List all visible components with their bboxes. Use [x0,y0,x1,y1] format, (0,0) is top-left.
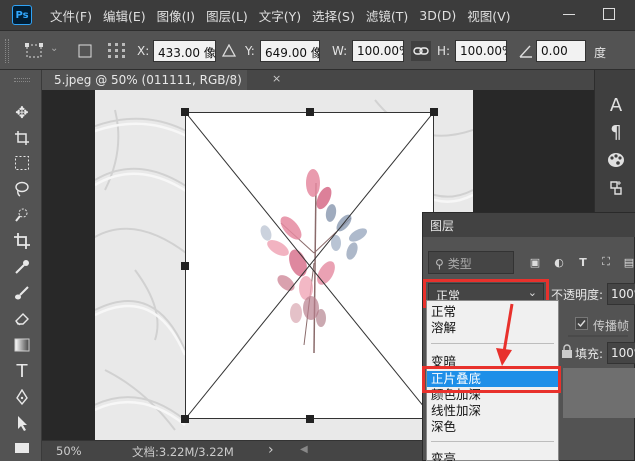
transform-handle-top[interactable] [306,108,314,116]
reference-point-icon[interactable] [107,42,127,60]
brush-icon[interactable] [11,282,33,304]
transform-handle-left[interactable] [181,262,189,270]
transform-bounding-box[interactable] [185,112,434,419]
link-icon[interactable] [411,41,431,61]
layers-panel-title[interactable]: 图层 [430,217,454,234]
document-tab[interactable]: 5.jpeg @ 50% (011111, RGB/8) × [42,70,281,90]
width-field[interactable]: 100.00% [352,40,404,62]
x-position-field[interactable]: 433.00 像素 [153,40,216,62]
options-grip[interactable] [5,39,9,63]
transform-tool-icon[interactable] [24,42,46,60]
type-icon[interactable]: T [11,360,33,382]
layers-panel-header: 图层 [423,213,635,237]
y-position-field[interactable]: 649.00 像素 [260,40,320,62]
close-icon[interactable]: × [272,72,281,85]
search-icon: ⚲ [435,257,444,271]
move-icon[interactable]: ✥ [11,101,33,123]
paragraph-panel-icon[interactable]: ¶ [605,121,627,143]
menu-file[interactable]: 文件(F) [50,6,92,25]
angle-icon[interactable] [518,43,534,59]
flower-artwork [186,113,433,418]
eyedropper-icon[interactable] [11,256,33,278]
menu-image[interactable]: 图像(I) [157,6,195,25]
annotation-arrow [496,303,514,366]
multiply-highlight [422,366,561,393]
menu-filter[interactable]: 滤镜(T) [366,6,408,25]
fill-field[interactable]: 100% [607,342,635,364]
transform-handle-bottom[interactable] [306,415,314,423]
character-panel-icon[interactable]: A [605,94,627,116]
quick-select-icon[interactable] [11,204,33,226]
chevron-down-icon[interactable]: ⌄ [50,43,58,54]
artboard-icon[interactable] [11,127,33,149]
photoshop-logo: Ps [12,5,32,25]
smart-object-filter-icon[interactable]: ▤ [622,255,635,269]
layer-filter-label: 类型 [447,257,472,271]
swatches-panel-icon[interactable] [605,149,627,171]
transform-handle-bottom-left[interactable] [181,415,189,423]
transform-handle-top-right[interactable] [430,108,438,116]
pen-icon[interactable] [11,386,33,408]
shape-filter-icon[interactable]: ⛶ [599,255,613,269]
layer-filter-select[interactable]: ⚲ 类型 [428,251,514,274]
image-filter-icon[interactable]: ▣ [528,255,542,269]
document-info[interactable]: 文档:3.22M/3.22M [132,444,234,460]
menu-layer[interactable]: 图层(L) [206,6,248,25]
path-select-icon[interactable] [11,412,33,434]
gradient-icon[interactable] [11,334,33,356]
propagate-checkbox[interactable] [575,317,588,330]
reference-checkbox[interactable] [78,44,92,58]
menu-3d[interactable]: 3D(D) [419,8,456,23]
separator [568,335,628,337]
marquee-icon[interactable] [11,152,33,174]
options-bar: ⌄ X: 433.00 像素 Y: 649.00 像素 W: 100.00% H… [0,30,635,70]
opacity-field[interactable]: 100% [607,283,635,305]
document-tab-title: 5.jpeg @ 50% (011111, RGB/8) [54,73,242,87]
crop-icon[interactable] [11,230,33,252]
adjustments-panel-icon[interactable] [605,177,627,199]
lasso-icon[interactable] [11,178,33,200]
x-label: X: [137,44,150,58]
adjustment-filter-icon[interactable]: ◐ [552,255,566,269]
angle-field[interactable]: 0.00 [536,40,586,62]
blend-option-linear-burn[interactable]: 线性加深 [427,403,558,419]
delta-icon[interactable] [222,44,236,57]
minimize-icon[interactable] [563,8,575,15]
eraser-icon[interactable] [11,308,33,330]
blend-option-darker-color[interactable]: 深色 [427,419,558,435]
width-label: W: [332,44,348,58]
tools-panel: ✥ T [0,70,42,461]
type-filter-icon[interactable]: T [576,255,590,269]
zoom-level[interactable]: 50% [56,444,82,458]
maximize-icon[interactable] [603,8,615,20]
dropdown-separator [431,441,554,442]
height-label: H: [437,44,451,58]
lock-icon[interactable] [561,344,573,358]
scroll-left-icon[interactable]: ◀ [300,444,308,455]
angle-unit: 度 [594,46,607,60]
fill-label: 填充: [575,347,604,361]
propagate-label: 传播帧 [593,319,630,333]
blend-option-lighten[interactable]: 变亮 [427,451,558,461]
menu-type[interactable]: 文字(Y) [259,6,301,25]
rectangle-icon[interactable] [11,437,33,459]
status-arrow-icon[interactable]: › [268,442,274,458]
height-field[interactable]: 100.00% [455,40,507,62]
toolbar-grip[interactable] [14,78,30,82]
layer-row[interactable] [563,368,635,418]
menu-edit[interactable]: 编辑(E) [103,6,146,25]
menu-view[interactable]: 视图(V) [467,6,510,25]
y-label: Y: [245,44,255,58]
menu-bar: Ps 文件(F) 编辑(E) 图像(I) 图层(L) 文字(Y) 选择(S) 滤… [0,0,635,30]
transform-handle-top-left[interactable] [181,108,189,116]
menu-select[interactable]: 选择(S) [312,6,355,25]
